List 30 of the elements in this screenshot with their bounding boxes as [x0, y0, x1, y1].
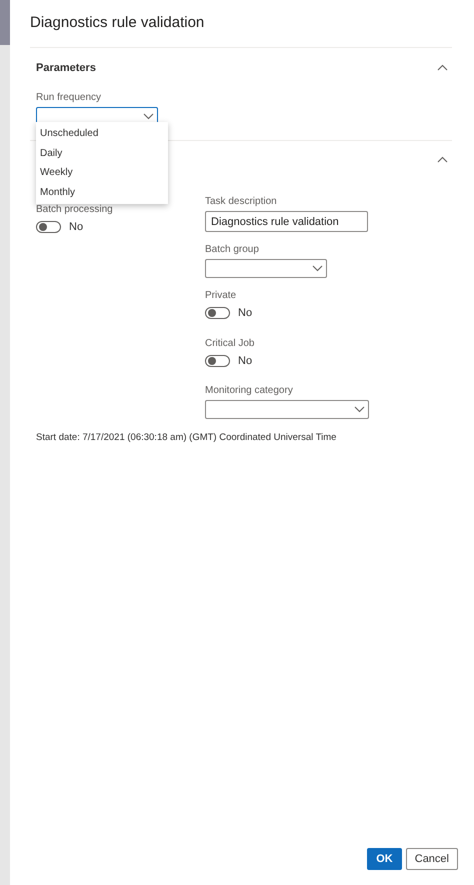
task-description-field[interactable]: Diagnostics rule validation — [205, 211, 368, 232]
dropdown-option[interactable]: Monthly — [36, 182, 168, 202]
field-label: Batch processing — [36, 203, 114, 217]
collapse-icon[interactable] — [437, 64, 448, 72]
monitoring-category-dropdown[interactable] — [205, 400, 369, 419]
ok-button[interactable]: OK — [367, 848, 402, 870]
start-date-text: Start date: 7/17/2021 (06:30:18 am) (GMT) Coordinated Universal Time — [35, 431, 338, 445]
dropdown-option[interactable]: Unscheduled — [36, 124, 168, 144]
field-label: Critical Job — [205, 336, 256, 350]
toggle-state: No — [238, 306, 252, 321]
dialog-title: Diagnostics rule validation — [30, 13, 206, 33]
toggle-switch[interactable] — [205, 307, 230, 320]
toggle-state: No — [238, 354, 252, 368]
dropdown-option[interactable]: Weekly — [36, 163, 168, 182]
chevron-down-icon[interactable] — [312, 265, 323, 272]
chevron-down-icon[interactable] — [143, 113, 154, 120]
section-title[interactable]: Parameters — [36, 60, 96, 76]
toggle-state: No — [69, 220, 84, 235]
batch-group-dropdown[interactable] — [205, 259, 327, 278]
field-label: Run frequency — [36, 91, 102, 105]
field-label: Private — [205, 289, 238, 303]
field-label: Task description — [205, 195, 278, 209]
toggle-switch[interactable] — [205, 354, 230, 367]
field-label: Monitoring category — [205, 384, 294, 398]
cancel-button[interactable]: Cancel — [406, 848, 458, 870]
field-label: Batch group — [205, 243, 260, 257]
dropdown-option[interactable]: Daily — [36, 144, 168, 163]
toggle-switch[interactable] — [36, 221, 61, 234]
collapse-icon[interactable] — [437, 156, 448, 163]
chevron-down-icon[interactable] — [354, 406, 365, 413]
